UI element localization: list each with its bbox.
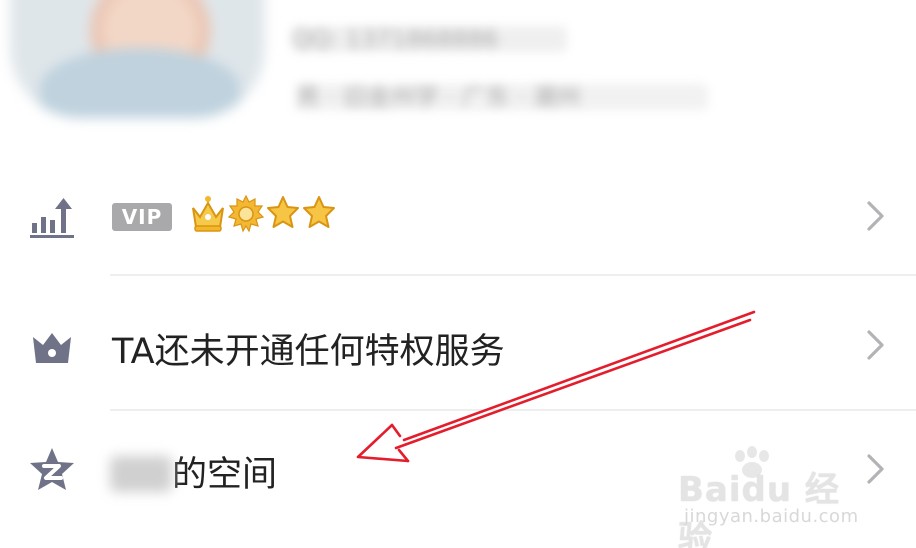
watermark-site: jingyan.baidu.com xyxy=(684,506,859,527)
vip-badge: VIP xyxy=(112,203,172,231)
privilege-row[interactable]: TA还未开通任何特权服务 xyxy=(0,283,916,403)
privilege-label: TA还未开通任何特权服务 xyxy=(112,332,505,372)
chevron-right-icon xyxy=(867,330,884,360)
qzone-star-icon xyxy=(30,448,74,490)
profile-meta-text: 男 · 旧金州学 · 广东 · 潮州 xyxy=(296,84,708,110)
qq-profile-screen: QQ: 1371868886 男 · 旧金州学 · 广东 · 潮州 VIP TA… xyxy=(0,0,916,548)
profile-avatar[interactable] xyxy=(10,0,265,118)
crown-icon xyxy=(192,196,224,232)
chevron-right-icon xyxy=(867,201,884,231)
crown-outline-icon xyxy=(33,333,71,363)
vip-level-row[interactable]: VIP xyxy=(0,155,916,275)
star-icon xyxy=(267,196,299,228)
space-suffix-text: 的空间 xyxy=(172,455,278,495)
row-divider xyxy=(110,274,916,276)
row-divider xyxy=(110,409,916,411)
qq-number-text: QQ: 1371868886 xyxy=(292,26,567,52)
star-icon xyxy=(303,196,335,228)
sun-icon xyxy=(228,195,264,233)
watermark-logo: Baidu 经验 xyxy=(678,470,840,548)
baidu-watermark: Baidu 经验 jingyan.baidu.com xyxy=(678,444,868,548)
qzone-space-label: 的空间 xyxy=(110,446,277,497)
blurred-name xyxy=(110,456,172,492)
level-chart-icon xyxy=(30,198,74,238)
